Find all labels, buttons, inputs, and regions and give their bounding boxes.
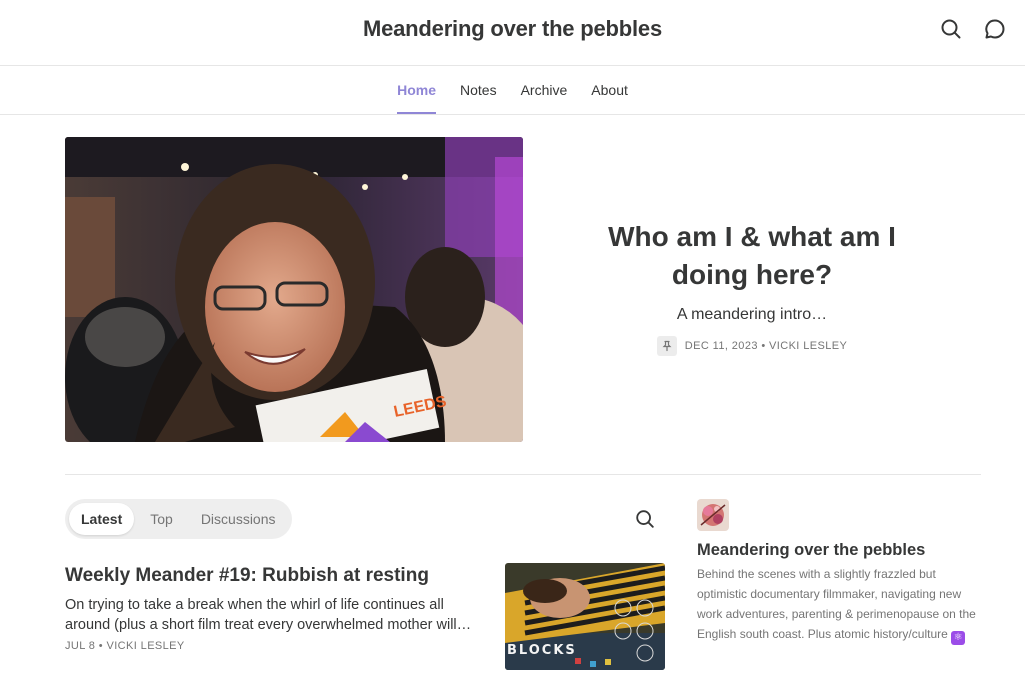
post-meta: JUL 8 • VICKI LESLEY [65, 640, 185, 652]
search-icon[interactable] [939, 17, 963, 41]
nav-item-notes[interactable]: Notes [448, 66, 509, 114]
post-filter-tabs: Latest Top Discussions [65, 499, 292, 539]
tab-top[interactable]: Top [138, 503, 185, 535]
site-header: Meandering over the pebbles [0, 0, 1025, 66]
featured-post-date-author: DEC 11, 2023 • VICKI LESLEY [684, 340, 848, 352]
publication-description-text: Behind the scenes with a slightly frazzl… [697, 567, 976, 641]
post-list-item[interactable]: Weekly Meander #19: Rubbish at resting O… [65, 563, 665, 671]
atom-icon: ⚛ [951, 631, 966, 645]
publication-description: Behind the scenes with a slightly frazzl… [697, 564, 987, 645]
featured-post: Who am I & what am I doing here? A meand… [580, 218, 924, 356]
post-thumbnail-caption: BLOCKS [507, 643, 577, 658]
publication-title[interactable]: Meandering over the pebbles [697, 541, 987, 560]
tab-discussions[interactable]: Discussions [189, 503, 288, 535]
hero-image[interactable]: LEEDS [65, 137, 523, 442]
nav-item-archive[interactable]: Archive [509, 66, 580, 114]
search-icon[interactable] [634, 508, 656, 530]
featured-post-title[interactable]: Who am I & what am I doing here? [580, 218, 924, 294]
featured-post-meta: DEC 11, 2023 • VICKI LESLEY [580, 336, 924, 356]
post-thumbnail[interactable]: BLOCKS [505, 563, 665, 670]
featured-post-subtitle: A meandering intro… [676, 306, 828, 323]
publication-logo[interactable] [697, 499, 729, 531]
chat-icon[interactable] [983, 17, 1007, 41]
publication-sidebar: Meandering over the pebbles Behind the s… [697, 499, 987, 645]
post-title[interactable]: Weekly Meander #19: Rubbish at resting [65, 565, 485, 587]
main-nav: Home Notes Archive About [0, 66, 1025, 115]
site-title[interactable]: Meandering over the pebbles [0, 16, 1025, 42]
section-divider [65, 474, 981, 475]
post-description: On trying to take a break when the whirl… [65, 597, 457, 633]
nav-item-home[interactable]: Home [385, 66, 448, 114]
nav-item-about[interactable]: About [579, 66, 640, 114]
tab-latest[interactable]: Latest [69, 503, 135, 535]
pin-icon [656, 336, 677, 356]
